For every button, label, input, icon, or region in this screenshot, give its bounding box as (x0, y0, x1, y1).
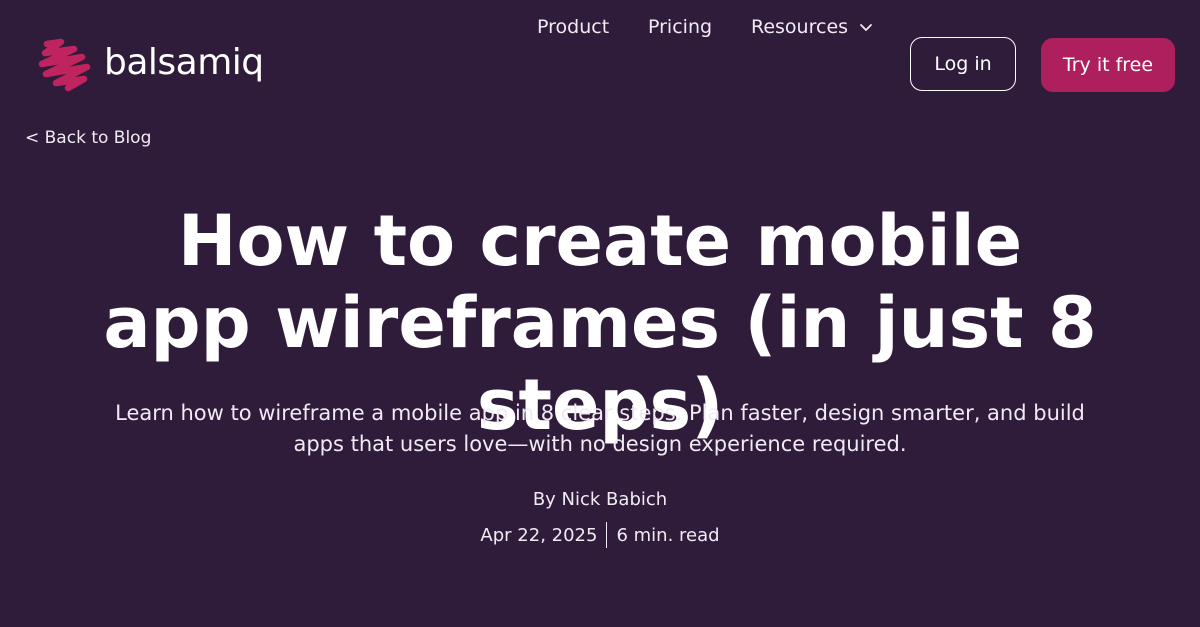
brand-name: balsamiq (104, 42, 264, 83)
nav-pricing[interactable]: Pricing (648, 0, 712, 54)
back-to-blog-link[interactable]: < Back to Blog (25, 128, 151, 148)
login-button[interactable]: Log in (910, 37, 1016, 91)
nav-resources[interactable]: Resources (751, 0, 874, 54)
nav-resources-label: Resources (751, 16, 849, 38)
meta-divider (606, 522, 608, 548)
article-author: By Nick Babich (532, 489, 668, 510)
balsamiq-scribble-logo-icon (38, 38, 91, 92)
balsamiq-logo[interactable]: balsamiq (38, 38, 264, 92)
try-free-button[interactable]: Try it free (1041, 38, 1175, 92)
article-date: Apr 22, 2025 (480, 524, 598, 546)
nav-product[interactable]: Product (537, 0, 609, 54)
article-read-time: 6 min. read (616, 524, 720, 546)
site-header: balsamiq Product Pricing Resources Log i… (0, 0, 1200, 130)
article-meta: Apr 22, 2025 6 min. read (0, 522, 1200, 548)
article-subtitle: Learn how to wireframe a mobile app in 8… (115, 401, 1085, 456)
chevron-down-icon (860, 24, 872, 31)
